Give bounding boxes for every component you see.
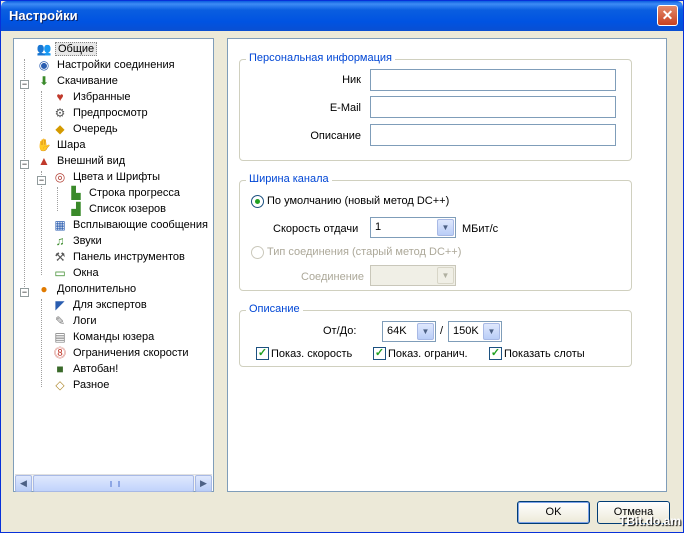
- settings-panel: Персональная информация Ник E-Mail Описа…: [227, 38, 667, 492]
- colors-icon: ◎: [54, 170, 66, 185]
- expander-colors[interactable]: −: [37, 176, 46, 185]
- tree-item-download[interactable]: ⬇ Скачивание: [36, 73, 120, 89]
- tree-item-queue[interactable]: ◆ Очередь: [52, 121, 120, 137]
- popup-icon: ▦: [54, 218, 66, 233]
- logs-icon: ✎: [54, 314, 66, 329]
- expander-advanced[interactable]: −: [20, 288, 29, 297]
- connection-type-label: Тип соединения (старый метод DC++): [267, 246, 462, 258]
- ok-button[interactable]: OK: [517, 501, 590, 524]
- tree-item-misc[interactable]: ◇ Разное: [52, 377, 111, 393]
- watermark: TBit.do.am: [619, 514, 681, 528]
- show-limits-label: Показ. огранич.: [388, 348, 468, 360]
- download-icon: ⬇: [38, 74, 50, 89]
- personal-info-legend: Персональная информация: [246, 52, 396, 64]
- upload-speed-select[interactable]: 1 ▼: [370, 217, 456, 238]
- userlist-icon: ▟: [71, 202, 81, 217]
- chevron-down-icon[interactable]: ▼: [437, 219, 454, 236]
- chevron-down-icon[interactable]: ▼: [417, 323, 434, 340]
- description-label: Описание: [310, 130, 361, 142]
- settings-tree[interactable]: − − − − 👥 Общие ◉ Настройки соединения ⬇ Ск…: [13, 38, 214, 492]
- bandwidth-legend: Ширина канала: [246, 173, 332, 185]
- tree-item-autoban[interactable]: ■ Автобан!: [52, 361, 120, 377]
- bandwidth-group: Ширина канала По умолчанию (новый метод …: [239, 173, 632, 291]
- range-separator: /: [440, 325, 444, 337]
- scroll-left-button[interactable]: ◀: [15, 475, 32, 492]
- autoban-icon: ■: [56, 362, 64, 377]
- description-group: Описание От/До: 64K ▼ / 150K ▼ ✓ Показ. …: [239, 303, 632, 367]
- email-input[interactable]: [370, 96, 616, 118]
- upload-speed-label: Скорость отдачи: [273, 223, 359, 235]
- show-slots-label: Показать слоты: [504, 348, 585, 360]
- user-commands-icon: ▤: [54, 330, 66, 345]
- tree-item-share[interactable]: ✋ Шара: [36, 137, 87, 153]
- description-input[interactable]: [370, 124, 616, 146]
- connection-icon: ◉: [38, 58, 50, 73]
- tree-item-general[interactable]: 👥 Общие: [36, 41, 98, 57]
- title-bar[interactable]: Настройки ✕: [1, 1, 683, 31]
- favorites-icon: ♥: [56, 90, 64, 105]
- appearance-icon: ▲: [38, 154, 50, 169]
- connection-label: Соединение: [301, 271, 365, 283]
- speed-limit-icon: ⓼: [53, 346, 66, 361]
- from-select[interactable]: 64K ▼: [382, 321, 436, 342]
- show-limits-checkbox[interactable]: ✓: [373, 347, 386, 360]
- progressbar-icon: ▙: [71, 186, 81, 201]
- tree-item-user-commands[interactable]: ▤ Команды юзера: [52, 329, 156, 345]
- chevron-down-icon[interactable]: ▼: [437, 267, 454, 284]
- close-button[interactable]: ✕: [657, 5, 678, 26]
- sounds-icon: ♫: [55, 234, 65, 249]
- to-select[interactable]: 150K ▼: [448, 321, 502, 342]
- tree-item-preview[interactable]: ⚙ Предпросмотр: [52, 105, 150, 121]
- tree-item-advanced[interactable]: ● Дополнительно: [36, 281, 138, 297]
- tree-item-colors[interactable]: ◎ Цвета и Шрифты: [52, 169, 162, 185]
- show-speed-checkbox[interactable]: ✓: [256, 347, 269, 360]
- tree-item-sounds[interactable]: ♫ Звуки: [52, 233, 104, 249]
- email-label: E-Mail: [329, 102, 361, 114]
- scroll-thumb[interactable]: [33, 475, 194, 492]
- tree-item-toolbar[interactable]: ⚒ Панель инструментов: [52, 249, 187, 265]
- show-slots-checkbox[interactable]: ✓: [489, 347, 502, 360]
- default-method-label: По умолчанию (новый метод DC++): [267, 195, 450, 207]
- personal-info-group: Персональная информация Ник E-Mail Описа…: [239, 52, 632, 161]
- connection-type-radio[interactable]: [251, 246, 264, 259]
- show-speed-label: Показ. скорость: [271, 348, 353, 360]
- nick-label: Ник: [342, 74, 361, 86]
- tree-item-speed-limit[interactable]: ⓼ Ограничения скорости: [52, 345, 191, 361]
- nick-input[interactable]: [370, 69, 616, 91]
- tree-item-experts[interactable]: ◤ Для экспертов: [52, 297, 149, 313]
- scroll-right-button[interactable]: ▶: [195, 475, 212, 492]
- experts-icon: ◤: [55, 298, 65, 313]
- tree-item-favorites[interactable]: ♥ Избранные: [52, 89, 133, 105]
- tree-item-progressbar[interactable]: ▙ Строка прогресса: [68, 185, 182, 201]
- description-legend: Описание: [246, 303, 303, 315]
- expander-download[interactable]: −: [20, 80, 29, 89]
- advanced-icon: ●: [40, 282, 48, 297]
- expander-appearance[interactable]: −: [20, 160, 29, 169]
- tree-item-popup[interactable]: ▦ Всплывающие сообщения: [52, 217, 210, 233]
- tree-horizontal-scrollbar[interactable]: ◀ ▶: [15, 474, 212, 492]
- tree-item-logs[interactable]: ✎ Логи: [52, 313, 99, 329]
- windows-icon: ▭: [54, 266, 66, 281]
- settings-window: Настройки ✕ − − − − 👥 Общие ◉ Настройки со…: [0, 0, 684, 533]
- tree-item-windows[interactable]: ▭ Окна: [52, 265, 101, 281]
- from-to-label: От/До:: [323, 325, 357, 337]
- upload-unit-label: МБит/с: [462, 223, 499, 235]
- misc-icon: ◇: [55, 378, 65, 393]
- toolbar-icon: ⚒: [54, 250, 66, 265]
- general-icon: 👥: [36, 42, 52, 57]
- connection-select[interactable]: ▼: [370, 265, 456, 286]
- tree-item-appearance[interactable]: ▲ Внешний вид: [36, 153, 127, 169]
- tree-item-userlist[interactable]: ▟ Список юзеров: [68, 201, 168, 217]
- window-title: Настройки: [9, 8, 78, 23]
- default-method-radio[interactable]: [251, 195, 264, 208]
- share-icon: ✋: [36, 138, 52, 153]
- tree-item-connection[interactable]: ◉ Настройки соединения: [36, 57, 177, 73]
- chevron-down-icon[interactable]: ▼: [483, 323, 500, 340]
- preview-icon: ⚙: [54, 106, 66, 121]
- queue-icon: ◆: [55, 122, 65, 137]
